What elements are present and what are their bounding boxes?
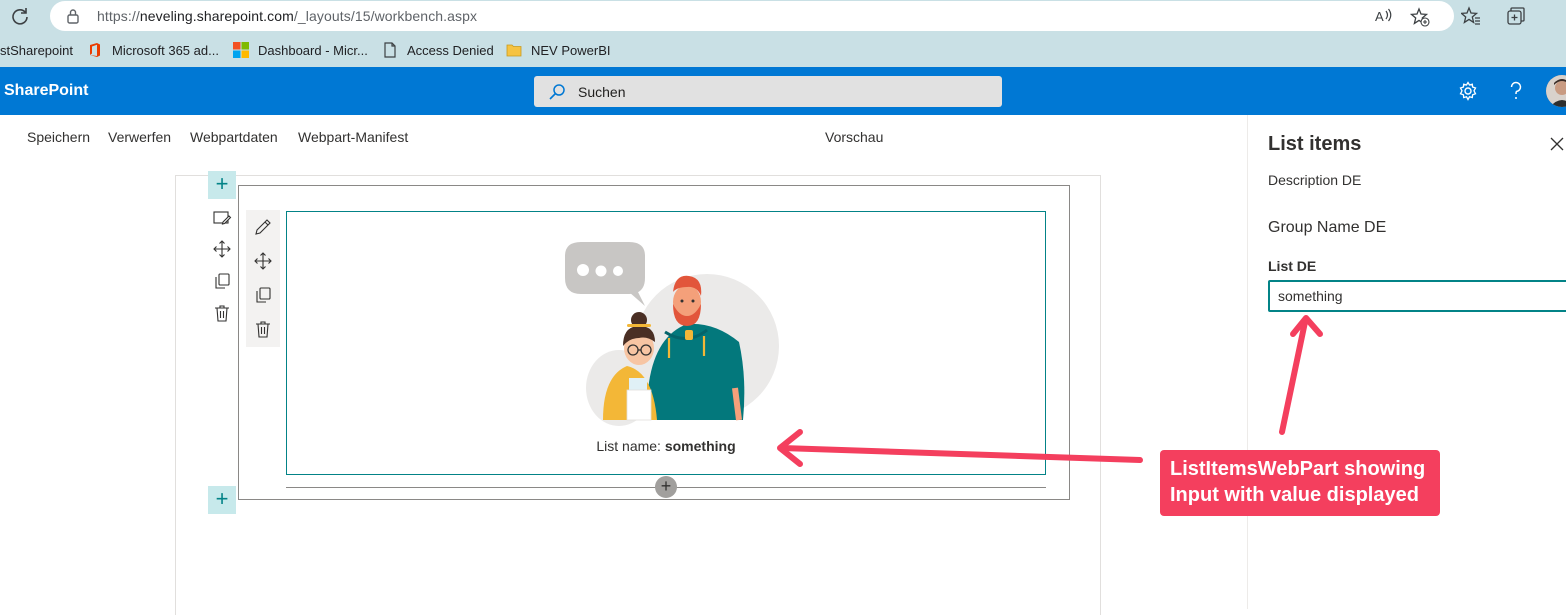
user-photo-icon [1546,75,1566,107]
discard-button[interactable]: Verwerfen [108,129,171,145]
add-section-bottom-button[interactable]: + [208,486,236,514]
delete-section-icon[interactable] [212,303,232,323]
lock-icon[interactable] [66,8,80,24]
suite-bar: SharePoint Suchen [0,67,1566,115]
callout-line-1: ListItemsWebPart showing [1170,458,1426,480]
people-chat-illustration [565,242,779,426]
list-field-input[interactable] [1268,280,1566,312]
delete-webpart-icon[interactable] [253,319,273,339]
browser-toolbar: https://neveling.sharepoint.com/_layouts… [0,0,1566,34]
settings-gear-icon[interactable] [1458,81,1478,101]
pane-group-name: Group Name DE [1268,219,1387,236]
url-text[interactable]: https://neveling.sharepoint.com/_layouts… [97,8,477,24]
bookmark-label: Dashboard - Micr... [258,42,368,58]
bookmark-dashboard[interactable]: Dashboard - Micr... [233,40,368,60]
favorites-icon[interactable] [1461,6,1481,26]
duplicate-section-icon[interactable] [212,271,232,291]
move-section-icon[interactable] [212,239,232,259]
help-icon[interactable] [1507,81,1525,101]
list-name-value: something [664,438,736,454]
annotation-callout: ListItemsWebPart showing Input with valu… [1160,450,1440,516]
collections-icon[interactable] [1506,6,1526,26]
address-bar[interactable]: https://neveling.sharepoint.com/_layouts… [50,1,1454,31]
callout-line-2: Input with value displayed [1170,484,1419,506]
webpart-data-button[interactable]: Webpartdaten [190,129,278,145]
search-icon [549,84,565,100]
list-items-webpart[interactable]: List name: something [286,211,1046,475]
list-name-label: List name: [596,438,661,454]
page-icon [384,42,396,58]
webpart-toolbar [246,210,280,347]
bookmark-label: NEV PowerBI [531,42,611,58]
app-title[interactable]: SharePoint [4,82,88,100]
reload-icon[interactable] [10,6,30,26]
property-pane: List items Description DE Group Name DE … [1247,115,1566,609]
bookmark-access-denied[interactable]: Access Denied [382,40,494,60]
list-field-label: List DE [1268,258,1317,274]
bookmarks-bar: stSharepoint Microsoft 365 ad... Dashboa… [0,34,1566,67]
duplicate-webpart-icon[interactable] [253,285,273,305]
microsoft-icon [233,42,249,58]
url-path: /_layouts/15/workbench.aspx [293,8,478,24]
search-placeholder: Suchen [578,84,626,100]
add-webpart-button[interactable]: + [655,476,677,498]
move-webpart-icon[interactable] [253,251,273,271]
bookmark-label: stSharepoint [0,42,73,58]
url-scheme: https:// [97,8,140,24]
search-box[interactable]: Suchen [534,76,1002,107]
read-aloud-icon[interactable]: A [1374,7,1394,25]
bookmark-stsharepoint[interactable]: stSharepoint [0,40,73,60]
bookmark-nev-powerbi[interactable]: NEV PowerBI [506,40,610,60]
office-icon [90,43,100,57]
edit-webpart-pencil-icon[interactable] [253,217,273,237]
pane-description: Description DE [1268,172,1362,188]
user-avatar[interactable] [1546,75,1566,107]
svg-text:A: A [1375,9,1384,24]
folder-icon [506,44,522,57]
url-host: neveling.sharepoint.com [139,8,294,24]
pane-title: List items [1268,133,1362,155]
bookmark-label: Access Denied [407,42,494,58]
close-icon[interactable] [1550,137,1564,151]
add-favorite-icon[interactable] [1410,7,1430,27]
bookmark-microsoft-365[interactable]: Microsoft 365 ad... [87,40,219,60]
edit-section-icon[interactable] [212,208,232,228]
list-name-text: List name: something [287,438,1045,454]
preview-button[interactable]: Vorschau [825,129,883,145]
save-button[interactable]: Speichern [27,129,90,145]
webpart-manifest-button[interactable]: Webpart-Manifest [298,129,408,145]
bookmark-label: Microsoft 365 ad... [112,42,219,58]
add-section-top-button[interactable]: + [208,171,236,199]
